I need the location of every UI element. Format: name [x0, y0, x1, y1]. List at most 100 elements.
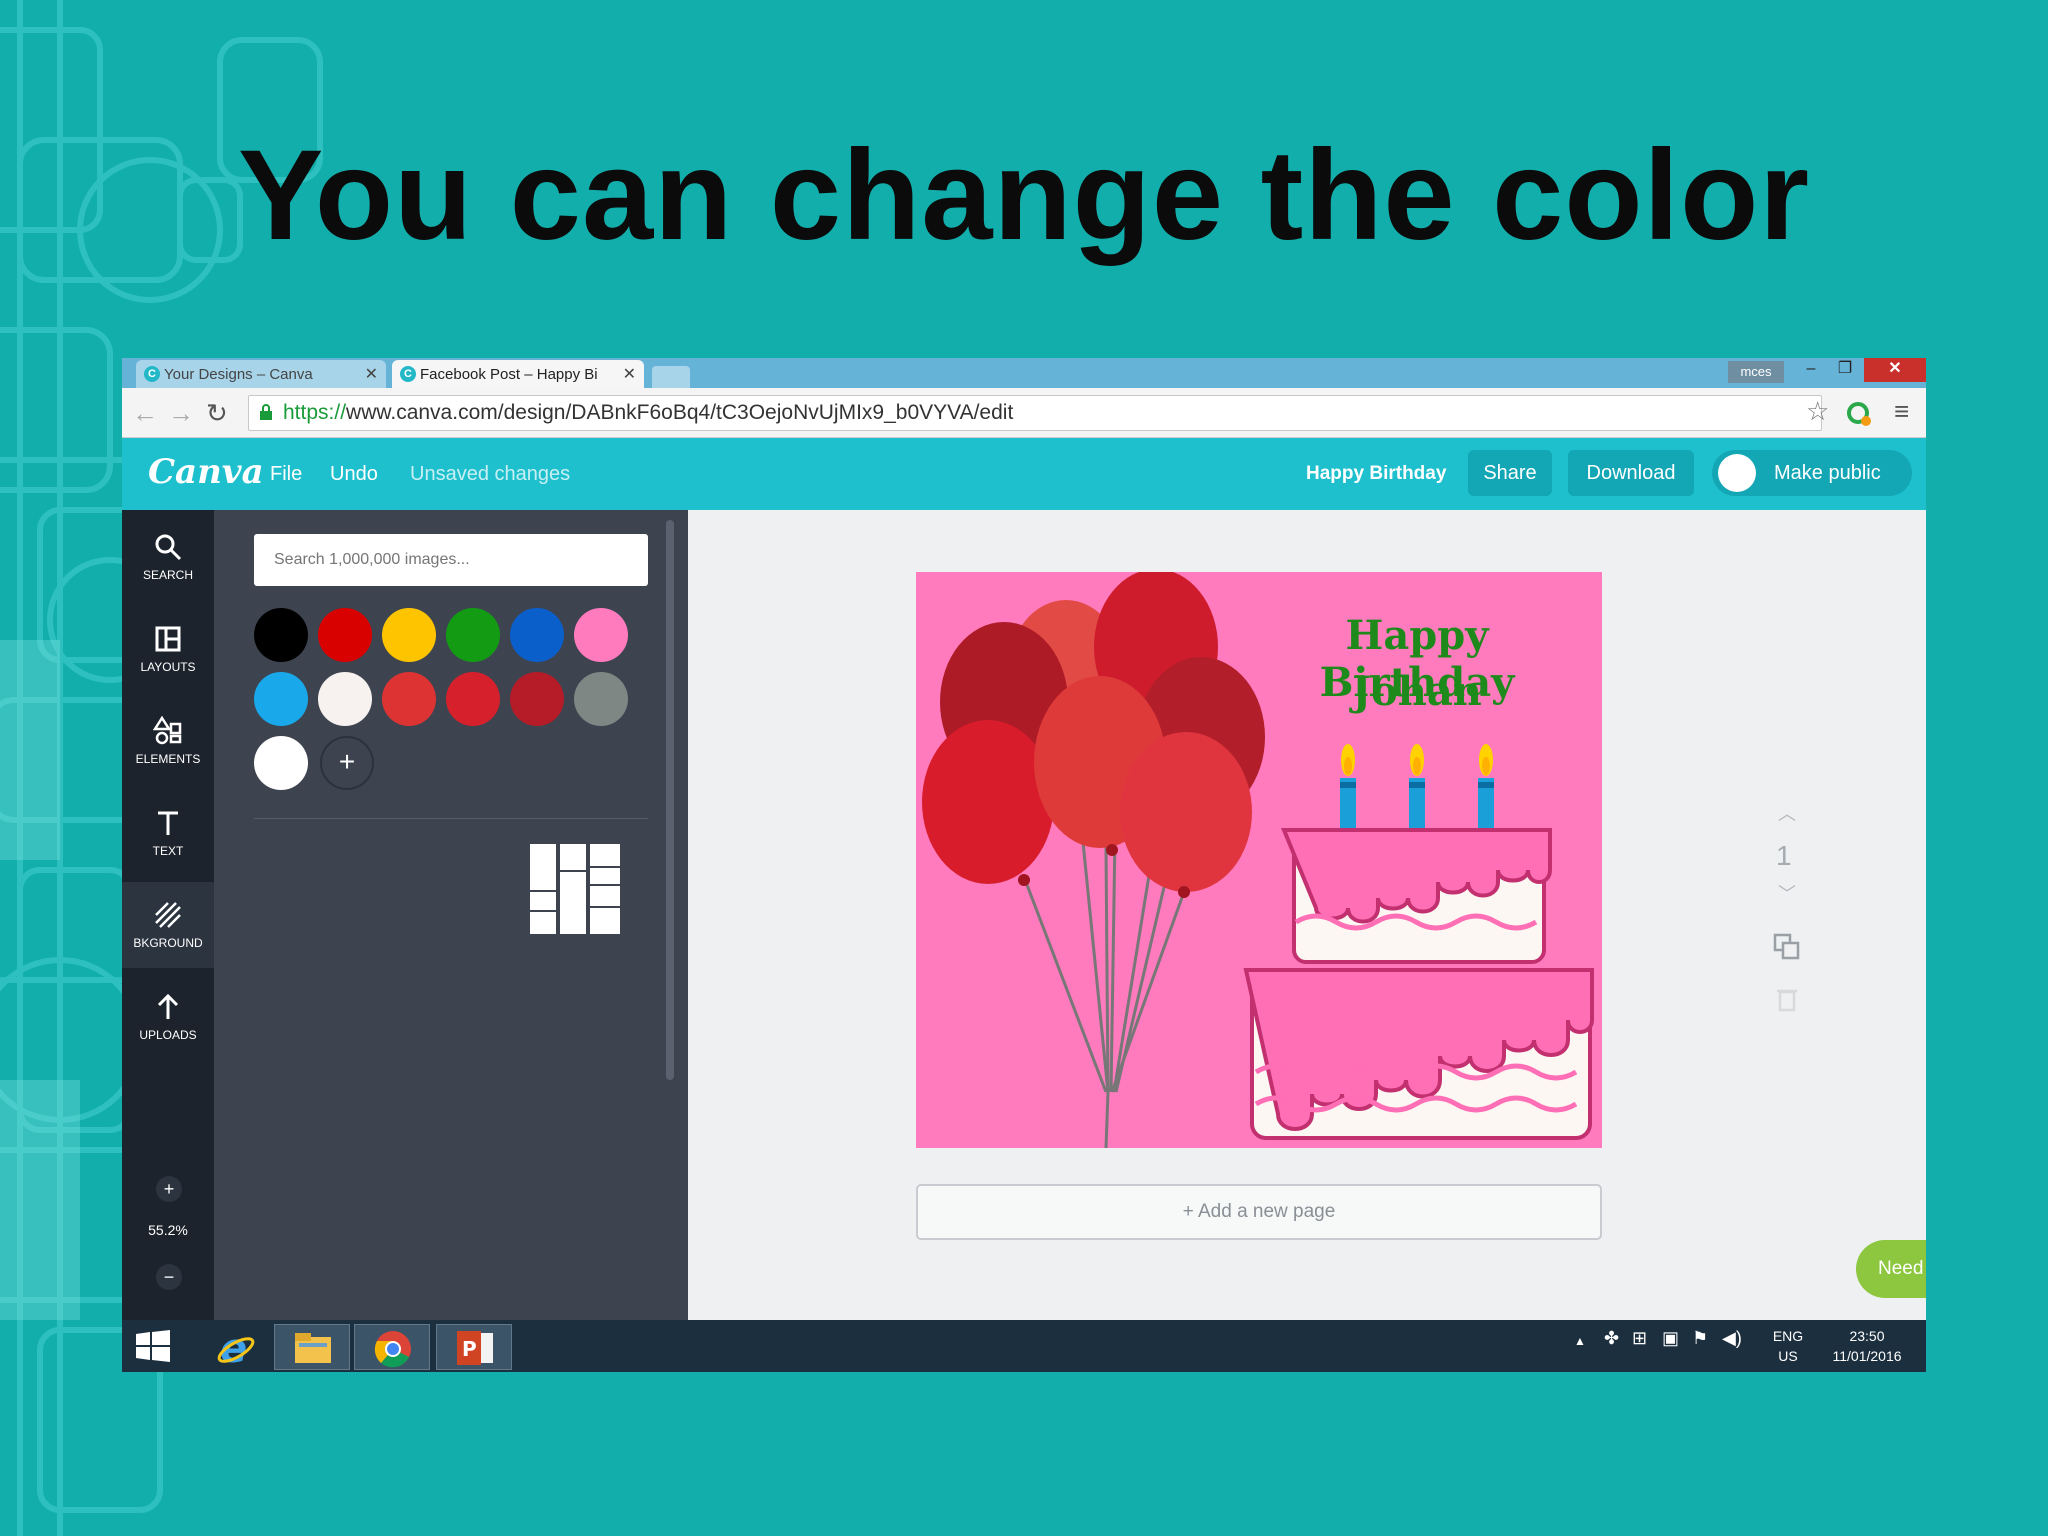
grid-pattern-thumbnail[interactable]: [530, 844, 620, 934]
page-down-arrow-icon[interactable]: ﹀: [1772, 880, 1802, 910]
zoom-level: 55.2%: [148, 1222, 188, 1238]
need-help-button[interactable]: Need help ?: [1856, 1240, 1926, 1298]
sidebar-item-background[interactable]: BKGROUND: [122, 882, 214, 968]
sidebar-item-search[interactable]: SEARCH: [122, 514, 214, 600]
color-swatch[interactable]: [574, 672, 628, 726]
toggle-knob: [1718, 454, 1756, 492]
taskbar-powerpoint[interactable]: P: [436, 1324, 512, 1370]
add-page-button[interactable]: + Add a new page: [916, 1184, 1602, 1240]
profile-badge[interactable]: mces: [1728, 361, 1784, 383]
tray-windows-icon[interactable]: ⊞: [1632, 1328, 1647, 1349]
layouts-icon: [155, 626, 181, 652]
color-swatch[interactable]: [382, 608, 436, 662]
sidebar-label: SEARCH: [142, 568, 193, 582]
image-search-input[interactable]: [254, 534, 648, 586]
canva-logo[interactable]: Canva: [148, 452, 264, 492]
color-swatch[interactable]: [510, 672, 564, 726]
url-scheme: https://: [283, 401, 347, 424]
tab-label: Facebook Post – Happy Bi: [420, 365, 598, 383]
close-tab-icon[interactable]: ✕: [365, 364, 378, 384]
color-swatch[interactable]: [574, 608, 628, 662]
color-swatch[interactable]: [510, 608, 564, 662]
undo-button[interactable]: Undo: [330, 463, 378, 486]
card-name[interactable]: Johan: [1252, 668, 1582, 715]
close-window-button[interactable]: ✕: [1864, 358, 1926, 382]
text-icon: [158, 811, 178, 835]
folder-icon: [295, 1333, 331, 1363]
url-input[interactable]: https://www.canva.com/design/DABnkF6oBq4…: [248, 395, 1822, 431]
star-bookmark-icon[interactable]: ☆: [1806, 396, 1829, 427]
windows-start-icon[interactable]: [136, 1330, 170, 1362]
new-tab-button[interactable]: [652, 366, 690, 388]
clock[interactable]: 23:50 11/01/2016: [1822, 1326, 1912, 1366]
delete-page-icon[interactable]: [1772, 984, 1802, 1014]
make-public-label: Make public: [1774, 462, 1881, 484]
language-indicator[interactable]: ENG US: [1766, 1326, 1810, 1366]
tab-facebook-post[interactable]: C Facebook Post – Happy Bi ✕: [392, 360, 644, 388]
extension-icon[interactable]: [1846, 401, 1872, 427]
panel-scrollbar[interactable]: [666, 520, 674, 1080]
sidebar-item-layouts[interactable]: LAYOUTS: [122, 606, 214, 692]
color-swatch[interactable]: [318, 608, 372, 662]
make-public-toggle[interactable]: Make public: [1712, 450, 1912, 496]
browser-tabbar: C Your Designs – Canva ✕ C Facebook Post…: [122, 358, 1926, 388]
background-icon: [155, 902, 181, 928]
back-arrow-icon[interactable]: ←: [132, 398, 158, 429]
reload-icon[interactable]: ↻: [206, 398, 228, 429]
add-color-button[interactable]: +: [320, 736, 374, 790]
svg-text:P: P: [462, 1337, 477, 1361]
color-swatch[interactable]: [254, 608, 308, 662]
canva-favicon-icon: C: [144, 366, 160, 382]
slide-title: You can change the color: [237, 124, 1811, 267]
powerpoint-icon: P: [457, 1331, 493, 1365]
file-menu[interactable]: File: [270, 463, 302, 486]
taskbar-internet-explorer[interactable]: e: [198, 1324, 274, 1370]
color-swatch[interactable]: [446, 608, 500, 662]
color-swatch[interactable]: [446, 672, 500, 726]
elements-icon: [153, 716, 182, 745]
color-swatch[interactable]: [254, 672, 308, 726]
volume-icon[interactable]: ◀): [1722, 1328, 1742, 1349]
page-up-arrow-icon[interactable]: ︿: [1772, 800, 1802, 830]
uploads-icon: [157, 993, 179, 1019]
sidebar-item-elements[interactable]: ELEMENTS: [122, 698, 214, 784]
flag-icon[interactable]: ⚑: [1692, 1328, 1708, 1349]
show-hidden-icons[interactable]: ▲: [1574, 1334, 1586, 1348]
taskbar-chrome[interactable]: [354, 1324, 430, 1370]
left-sidebar: SEARCH LAYOUTS ELEMENTS TEXT BKGROUND UP…: [122, 510, 214, 1320]
sidebar-label: ELEMENTS: [135, 752, 201, 766]
background-panel: +: [214, 510, 688, 1320]
color-swatch[interactable]: [318, 672, 372, 726]
zoom-out-button[interactable]: −: [156, 1264, 182, 1290]
menu-icon[interactable]: ≡: [1894, 396, 1909, 427]
close-tab-icon[interactable]: ✕: [623, 364, 636, 384]
color-swatch[interactable]: [382, 672, 436, 726]
download-button[interactable]: Download: [1568, 450, 1694, 496]
design-name[interactable]: Happy Birthday: [1306, 463, 1446, 485]
design-workspace: Happy Birthday Johan + Add a new page ︿ …: [688, 510, 1926, 1320]
sidebar-label: UPLOADS: [139, 1028, 197, 1042]
network-icon[interactable]: ▣: [1662, 1328, 1679, 1349]
windows-taskbar: e P ▲ ✤ ⊞ ▣ ⚑ ◀) ENG US 23:50 11/01/2016: [122, 1320, 1926, 1372]
search-icon: [155, 534, 182, 561]
internet-explorer-icon: e: [217, 1328, 255, 1368]
save-status: Unsaved changes: [410, 463, 571, 485]
tray-app-icon[interactable]: ✤: [1604, 1328, 1619, 1349]
lock-icon: [260, 404, 272, 420]
restore-button[interactable]: ❐: [1828, 358, 1862, 382]
tab-your-designs[interactable]: C Your Designs – Canva ✕: [136, 360, 386, 388]
color-swatch[interactable]: [254, 736, 308, 790]
sidebar-item-text[interactable]: TEXT: [122, 790, 214, 876]
canva-favicon-icon: C: [400, 366, 416, 382]
copy-page-icon[interactable]: [1772, 932, 1802, 962]
sidebar-label: TEXT: [152, 844, 184, 858]
zoom-in-button[interactable]: +: [156, 1176, 182, 1202]
minimize-button[interactable]: –: [1794, 358, 1828, 382]
screenshot-window: C Your Designs – Canva ✕ C Facebook Post…: [122, 358, 1926, 1372]
sidebar-item-uploads[interactable]: UPLOADS: [122, 974, 214, 1060]
forward-arrow-icon[interactable]: →: [168, 398, 194, 429]
design-canvas[interactable]: Happy Birthday Johan: [916, 572, 1602, 1148]
address-bar: ← → ↻ https://www.canva.com/design/DABnk…: [122, 388, 1926, 438]
taskbar-file-explorer[interactable]: [274, 1324, 350, 1370]
share-button[interactable]: Share: [1468, 450, 1552, 496]
